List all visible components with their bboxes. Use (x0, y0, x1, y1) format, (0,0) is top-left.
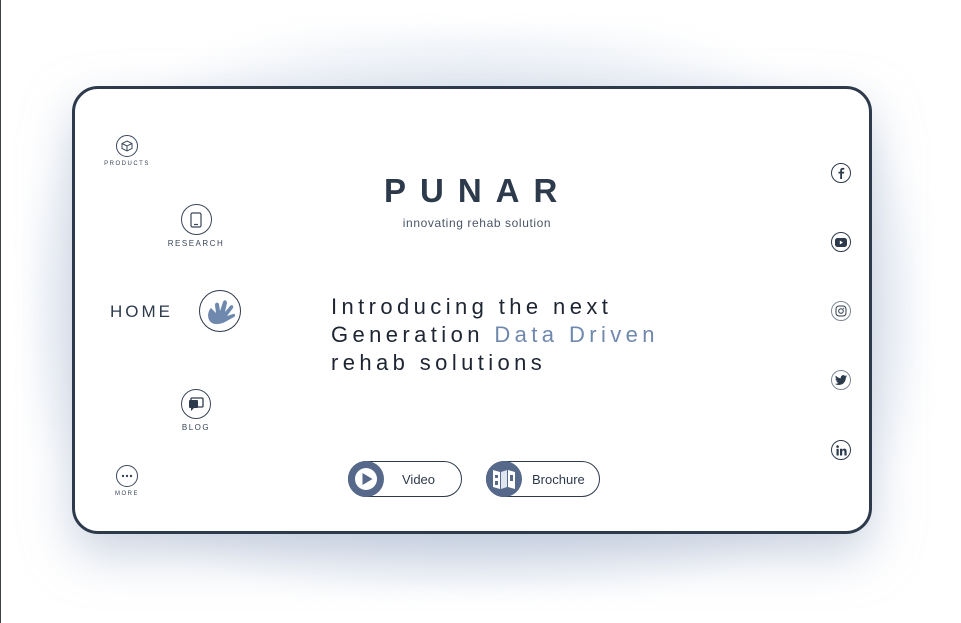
hero-line-2: Generation Data Driven (331, 321, 751, 349)
brochure-icon (486, 461, 522, 497)
box-icon (121, 140, 133, 152)
more-label: MORE (115, 491, 139, 497)
video-button[interactable]: Video (348, 461, 462, 497)
linkedin-button[interactable] (831, 440, 851, 460)
linkedin-icon (835, 444, 847, 455)
brochure-button[interactable]: Brochure (486, 461, 600, 497)
video-label: Video (402, 471, 436, 487)
facebook-button[interactable] (831, 163, 851, 183)
brand-title: PUNAR (384, 172, 572, 209)
nav-blog[interactable]: BLOG (170, 389, 222, 432)
play-icon (348, 461, 384, 497)
facebook-icon (838, 167, 845, 179)
youtube-icon (835, 237, 847, 247)
nav-home-circle[interactable] (199, 290, 241, 332)
blog-label: BLOG (181, 423, 211, 432)
products-label: PRODUCTS (104, 161, 150, 167)
nav-more[interactable]: MORE (108, 465, 146, 497)
instagram-button[interactable] (831, 301, 851, 321)
hero-accent: Data Driven (494, 322, 659, 347)
research-label: RESEARCH (167, 239, 225, 248)
nav-products[interactable]: PRODUCTS (104, 135, 150, 167)
blog-circle (181, 389, 211, 419)
hand-logo-icon (208, 300, 236, 325)
hero-line-2-prefix: Generation (331, 322, 495, 347)
nav-research[interactable]: RESEARCH (166, 204, 226, 248)
hero-headline: Introducing the next Generation Data Dri… (331, 293, 751, 377)
chat-icon (189, 396, 204, 411)
nav-home-label[interactable]: HOME (110, 302, 173, 322)
twitter-button[interactable] (831, 370, 851, 390)
window-edge (0, 0, 1, 623)
brochure-label: Brochure (532, 471, 585, 487)
twitter-icon (835, 375, 847, 385)
hero-line-1: Introducing the next (331, 294, 613, 319)
more-dots-icon (121, 474, 133, 478)
brand-tagline: innovating rehab solution (402, 216, 552, 230)
youtube-button[interactable] (831, 232, 851, 252)
hero-line-3: rehab solutions (331, 350, 547, 375)
products-circle (116, 135, 138, 157)
more-circle (116, 465, 138, 487)
tablet-icon (190, 211, 202, 228)
instagram-icon (835, 305, 847, 317)
research-circle (180, 204, 212, 235)
